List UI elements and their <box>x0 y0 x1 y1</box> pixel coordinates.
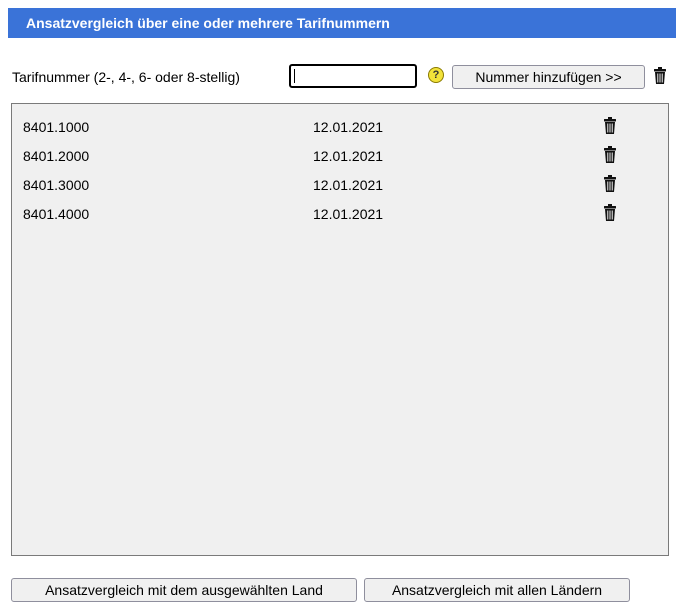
tarif-date: 12.01.2021 <box>313 177 384 193</box>
section-header: Ansatzvergleich über eine oder mehrere T… <box>8 8 676 38</box>
list-item[interactable]: 8401.2000 12.01.2021 <box>12 144 668 166</box>
list-item[interactable]: 8401.3000 12.01.2021 <box>12 173 668 195</box>
tarif-number: 8401.3000 <box>23 177 90 193</box>
tarif-number-input[interactable] <box>289 64 417 88</box>
trash-icon[interactable] <box>604 117 616 134</box>
tarif-number: 8401.4000 <box>23 206 90 222</box>
compare-selected-country-button[interactable]: Ansatzvergleich mit dem ausgewählten Lan… <box>11 578 357 602</box>
tarif-number-list: 8401.1000 12.01.2021 8401.2000 12.01.202… <box>11 103 669 556</box>
add-number-button[interactable]: Nummer hinzufügen >> <box>452 65 645 89</box>
header-title: Ansatzvergleich über eine oder mehrere T… <box>26 15 390 31</box>
tarif-number: 8401.2000 <box>23 148 90 164</box>
question-icon[interactable]: ? <box>428 67 444 83</box>
tarif-date: 12.01.2021 <box>313 206 384 222</box>
tarif-date: 12.01.2021 <box>313 148 384 164</box>
list-item[interactable]: 8401.4000 12.01.2021 <box>12 202 668 224</box>
list-item[interactable]: 8401.1000 12.01.2021 <box>12 115 668 137</box>
tarif-input-row: Tarifnummer (2-, 4-, 6- oder 8-stellig) … <box>0 62 676 92</box>
trash-icon[interactable] <box>604 146 616 163</box>
text-caret <box>294 69 295 83</box>
tarif-date: 12.01.2021 <box>313 119 384 135</box>
tarif-number-label: Tarifnummer (2-, 4-, 6- oder 8-stellig) <box>12 69 240 85</box>
trash-icon[interactable] <box>604 175 616 192</box>
compare-all-countries-button[interactable]: Ansatzvergleich mit allen Ländern <box>364 578 630 602</box>
trash-icon[interactable] <box>604 204 616 221</box>
tarif-number: 8401.1000 <box>23 119 90 135</box>
trash-icon[interactable] <box>654 67 666 84</box>
